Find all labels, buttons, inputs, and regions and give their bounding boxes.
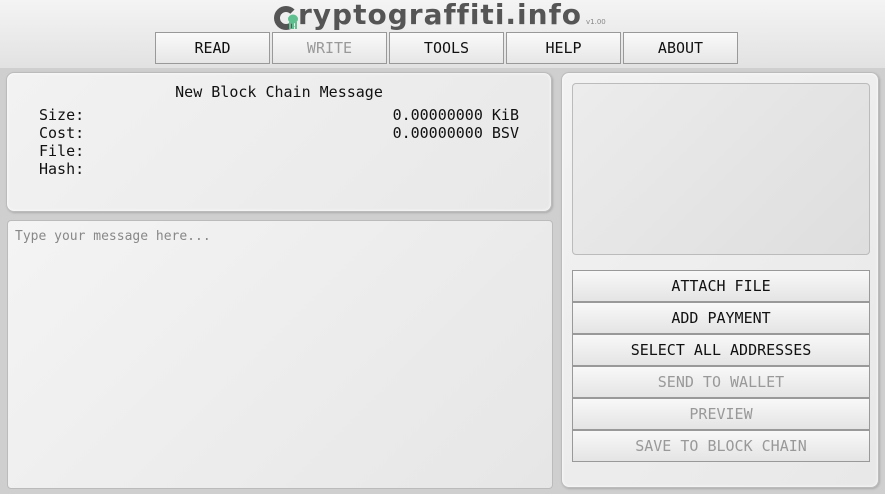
send-to-wallet-button[interactable]: SEND TO WALLET bbox=[572, 366, 870, 398]
logo-c-ring bbox=[274, 6, 298, 30]
side-panel: ATTACH FILE ADD PAYMENT SELECT ALL ADDRE… bbox=[561, 72, 879, 488]
add-payment-button[interactable]: ADD PAYMENT bbox=[572, 302, 870, 334]
size-label: Size: bbox=[39, 106, 85, 124]
main-nav: READ WRITE TOOLS HELP ABOUT bbox=[155, 32, 740, 64]
logo[interactable]: ryptograffiti.info v1.00 bbox=[274, 0, 606, 30]
logo-text: ryptograffiti.info bbox=[298, 0, 582, 31]
cost-row: Cost: 0.00000000 BSV bbox=[39, 124, 519, 142]
size-value: 0.00000000 KiB bbox=[392, 106, 519, 124]
attach-file-button[interactable]: ATTACH FILE bbox=[572, 270, 870, 302]
file-label: File: bbox=[39, 142, 85, 160]
nav-about-button[interactable]: ABOUT bbox=[623, 32, 738, 64]
message-info-panel: New Block Chain Message Size: 0.00000000… bbox=[6, 72, 552, 212]
cost-label: Cost: bbox=[39, 124, 85, 142]
hash-row: Hash: bbox=[39, 160, 519, 178]
header: ryptograffiti.info v1.00 READ WRITE TOOL… bbox=[0, 0, 885, 68]
hash-label: Hash: bbox=[39, 160, 85, 178]
version-label: v1.00 bbox=[586, 18, 606, 26]
preview-button[interactable]: PREVIEW bbox=[572, 398, 870, 430]
file-row: File: bbox=[39, 142, 519, 160]
squid-icon bbox=[288, 14, 298, 29]
cost-value: 0.00000000 BSV bbox=[392, 124, 519, 142]
size-row: Size: 0.00000000 KiB bbox=[39, 106, 519, 124]
nav-tools-button[interactable]: TOOLS bbox=[389, 32, 504, 64]
nav-read-button[interactable]: READ bbox=[155, 32, 270, 64]
nav-help-button[interactable]: HELP bbox=[506, 32, 621, 64]
file-preview-area bbox=[572, 83, 870, 255]
message-box bbox=[7, 220, 553, 489]
nav-write-button[interactable]: WRITE bbox=[272, 32, 387, 64]
message-input[interactable] bbox=[8, 221, 552, 488]
save-to-block-chain-button[interactable]: SAVE TO BLOCK CHAIN bbox=[572, 430, 870, 462]
info-title: New Block Chain Message bbox=[175, 83, 383, 101]
select-all-addresses-button[interactable]: SELECT ALL ADDRESSES bbox=[572, 334, 870, 366]
